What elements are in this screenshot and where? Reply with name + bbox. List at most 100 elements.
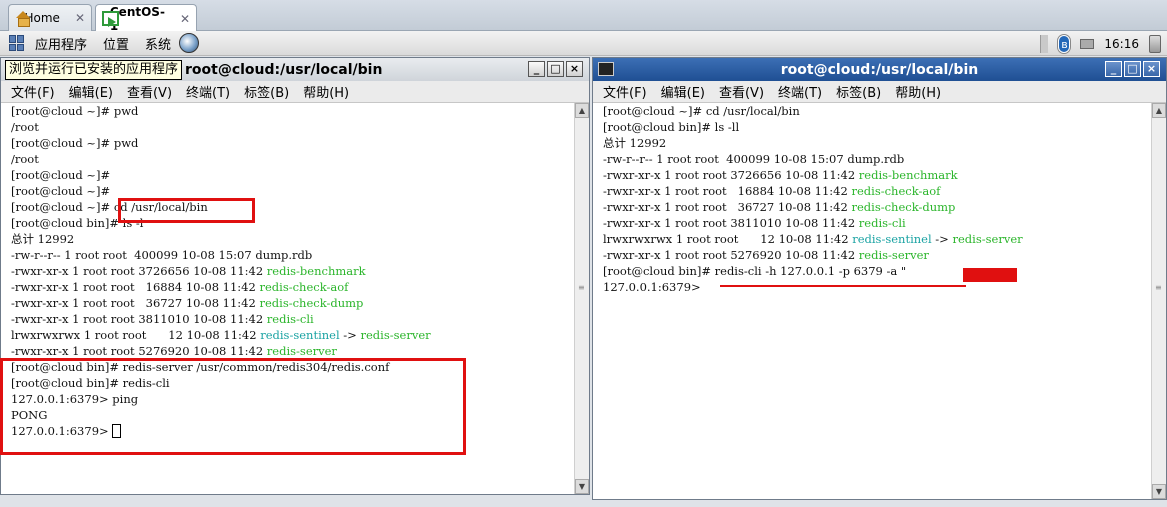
vm-tab-bar: Home ✕ CentOS-1 ✕ bbox=[0, 0, 1167, 33]
terminal-line: [root@cloud ~]# bbox=[11, 184, 111, 198]
terminal-line: -rwxr-xr-x 1 root root 5276920 10-08 11:… bbox=[11, 344, 337, 358]
terminal-line: /root bbox=[11, 120, 39, 134]
tray-separator bbox=[1040, 34, 1049, 53]
titlebar[interactable]: 浏览并运行已安装的应用程序 root@cloud:/usr/local/bin … bbox=[1, 58, 589, 81]
file-name: redis-server bbox=[266, 344, 337, 358]
terminal-line: [root@cloud bin]# ls -l bbox=[11, 216, 144, 230]
terminal-line: [root@cloud bin]# redis-cli -h 127.0.0.1… bbox=[603, 264, 907, 278]
menu-help[interactable]: 帮助(H) bbox=[895, 82, 941, 101]
terminal-output[interactable]: [root@cloud ~]# cd /usr/local/bin [root@c… bbox=[593, 103, 1166, 499]
menu-terminal[interactable]: 终端(T) bbox=[186, 82, 230, 101]
file-name: redis-check-aof bbox=[259, 280, 349, 294]
terminal-lines: [root@cloud ~]# cd /usr/local/bin [root@c… bbox=[593, 103, 1166, 295]
symlink-target: redis-server bbox=[360, 328, 431, 342]
menu-edit[interactable]: 编辑(E) bbox=[69, 82, 113, 101]
terminal-line: -rwxr-xr-x 1 root root 5276920 10-08 11:… bbox=[603, 248, 929, 262]
terminal-line: [root@cloud ~]# bbox=[11, 168, 111, 182]
terminal-line: -rwxr-xr-x 1 root root 3726656 10-08 11:… bbox=[11, 264, 366, 278]
close-icon[interactable]: ✕ bbox=[75, 11, 85, 25]
terminal-line: 总计 12992 bbox=[11, 232, 75, 246]
web-browser-icon[interactable] bbox=[179, 33, 200, 53]
terminal-line: lrwxrwxrwx 1 root root 12 10-08 11:42 re… bbox=[11, 328, 431, 342]
menu-tabs[interactable]: 标签(B) bbox=[836, 82, 881, 101]
menu-file[interactable]: 文件(F) bbox=[11, 82, 55, 101]
menu-view[interactable]: 查看(V) bbox=[127, 82, 172, 101]
top-panel: 应用程序 位置 系统 ʙ 16:16 bbox=[0, 31, 1167, 56]
menu-edit[interactable]: 编辑(E) bbox=[661, 82, 705, 101]
close-icon[interactable]: ✕ bbox=[180, 12, 190, 26]
menu-terminal[interactable]: 终端(T) bbox=[778, 82, 822, 101]
terminal-line: -rwxr-xr-x 1 root root 3811010 10-08 11:… bbox=[603, 216, 906, 230]
terminal-line: 总计 12992 bbox=[603, 136, 667, 150]
file-name: redis-check-aof bbox=[851, 184, 941, 198]
terminal-line: -rwxr-xr-x 1 root root 3726656 10-08 11:… bbox=[603, 168, 958, 182]
scrollbar[interactable]: ▲ ≡ ▼ bbox=[1151, 103, 1166, 499]
menu-view[interactable]: 查看(V) bbox=[719, 82, 764, 101]
file-name: redis-benchmark bbox=[266, 264, 366, 278]
clock[interactable]: 16:16 bbox=[1104, 37, 1139, 51]
terminal-line: [root@cloud ~]# cd /usr/local/bin bbox=[603, 104, 800, 118]
minimize-button[interactable]: _ bbox=[1105, 61, 1122, 77]
file-name: redis-benchmark bbox=[858, 168, 958, 182]
terminal-line: [root@cloud ~]# cd /usr/local/bin bbox=[11, 200, 208, 214]
file-name: redis-check-dump bbox=[851, 200, 956, 214]
redacted-password bbox=[963, 268, 1017, 282]
terminal-line: [root@cloud bin]# ls -ll bbox=[603, 120, 740, 134]
terminal-line: -rwxr-xr-x 1 root root 3811010 10-08 11:… bbox=[11, 312, 314, 326]
power-icon[interactable] bbox=[1149, 34, 1161, 53]
terminal-line: -rw-r--r-- 1 root root 400099 10-08 15:0… bbox=[603, 152, 905, 166]
menu-system[interactable]: 系统 bbox=[137, 34, 179, 53]
home-icon bbox=[15, 11, 29, 27]
file-name: redis-server bbox=[858, 248, 929, 262]
bluetooth-icon[interactable]: ʙ bbox=[1058, 34, 1071, 53]
maximize-button[interactable]: □ bbox=[547, 61, 564, 77]
vm-icon bbox=[102, 11, 119, 27]
terminal-line: lrwxrwxrwx 1 root root 12 10-08 11:42 re… bbox=[603, 232, 1023, 246]
titlebar[interactable]: root@cloud:/usr/local/bin _ □ × bbox=[593, 58, 1166, 81]
menu-file[interactable]: 文件(F) bbox=[603, 82, 647, 101]
scroll-down-button[interactable]: ▼ bbox=[1152, 484, 1166, 499]
menu-help[interactable]: 帮助(H) bbox=[303, 82, 349, 101]
menu-tabs[interactable]: 标签(B) bbox=[244, 82, 289, 101]
scroll-grip-icon: ≡ bbox=[578, 283, 585, 292]
terminal-window-right[interactable]: root@cloud:/usr/local/bin _ □ × 文件(F) 编辑… bbox=[592, 57, 1167, 500]
applications-icon bbox=[9, 35, 25, 51]
close-button[interactable]: × bbox=[566, 61, 583, 77]
minimize-button[interactable]: _ bbox=[528, 61, 545, 77]
terminal-icon bbox=[598, 62, 614, 76]
close-button[interactable]: × bbox=[1143, 61, 1160, 77]
terminal-line: -rwxr-xr-x 1 root root 16884 10-08 11:42… bbox=[11, 280, 349, 294]
vm-tab-home[interactable]: Home ✕ bbox=[8, 4, 92, 31]
terminal-line: [root@cloud ~]# pwd bbox=[11, 104, 139, 118]
file-name: redis-cli bbox=[266, 312, 314, 326]
scroll-grip-icon: ≡ bbox=[1155, 283, 1162, 292]
menu-bar: 文件(F) 编辑(E) 查看(V) 终端(T) 标签(B) 帮助(H) bbox=[1, 81, 589, 103]
terminal-line: -rwxr-xr-x 1 root root 36727 10-08 11:42… bbox=[603, 200, 956, 214]
menu-places[interactable]: 位置 bbox=[95, 34, 137, 53]
terminal-line: 127.0.0.1:6379> bbox=[603, 280, 701, 294]
scroll-up-button[interactable]: ▲ bbox=[575, 103, 589, 118]
scroll-up-button[interactable]: ▲ bbox=[1152, 103, 1166, 118]
menu-bar: 文件(F) 编辑(E) 查看(V) 终端(T) 标签(B) 帮助(H) bbox=[593, 81, 1166, 103]
network-icon[interactable] bbox=[1080, 38, 1095, 49]
tooltip: 浏览并运行已安装的应用程序 bbox=[5, 60, 183, 80]
file-name: redis-check-dump bbox=[259, 296, 364, 310]
annotation-underline bbox=[720, 285, 966, 287]
symlink-target: redis-server bbox=[952, 232, 1023, 246]
maximize-button[interactable]: □ bbox=[1124, 61, 1141, 77]
annotation-box-redis bbox=[0, 358, 466, 455]
terminal-line: -rwxr-xr-x 1 root root 16884 10-08 11:42… bbox=[603, 184, 941, 198]
scrollbar[interactable]: ▲ ≡ ▼ bbox=[574, 103, 589, 494]
file-name: redis-sentinel bbox=[852, 232, 932, 246]
scroll-down-button[interactable]: ▼ bbox=[575, 479, 589, 494]
file-name: redis-sentinel bbox=[260, 328, 340, 342]
vm-tab-centos[interactable]: CentOS-1 ✕ bbox=[95, 4, 197, 33]
menu-applications[interactable]: 应用程序 bbox=[27, 34, 95, 53]
window-title: root@cloud:/usr/local/bin bbox=[780, 61, 979, 78]
file-name: redis-cli bbox=[858, 216, 906, 230]
terminal-line: -rw-r--r-- 1 root root 400099 10-08 15:0… bbox=[11, 248, 313, 262]
window-title: root@cloud:/usr/local/bin bbox=[185, 61, 383, 78]
terminal-line: [root@cloud ~]# pwd bbox=[11, 136, 139, 150]
terminal-line: -rwxr-xr-x 1 root root 36727 10-08 11:42… bbox=[11, 296, 364, 310]
annotation-box-cd bbox=[118, 198, 255, 223]
